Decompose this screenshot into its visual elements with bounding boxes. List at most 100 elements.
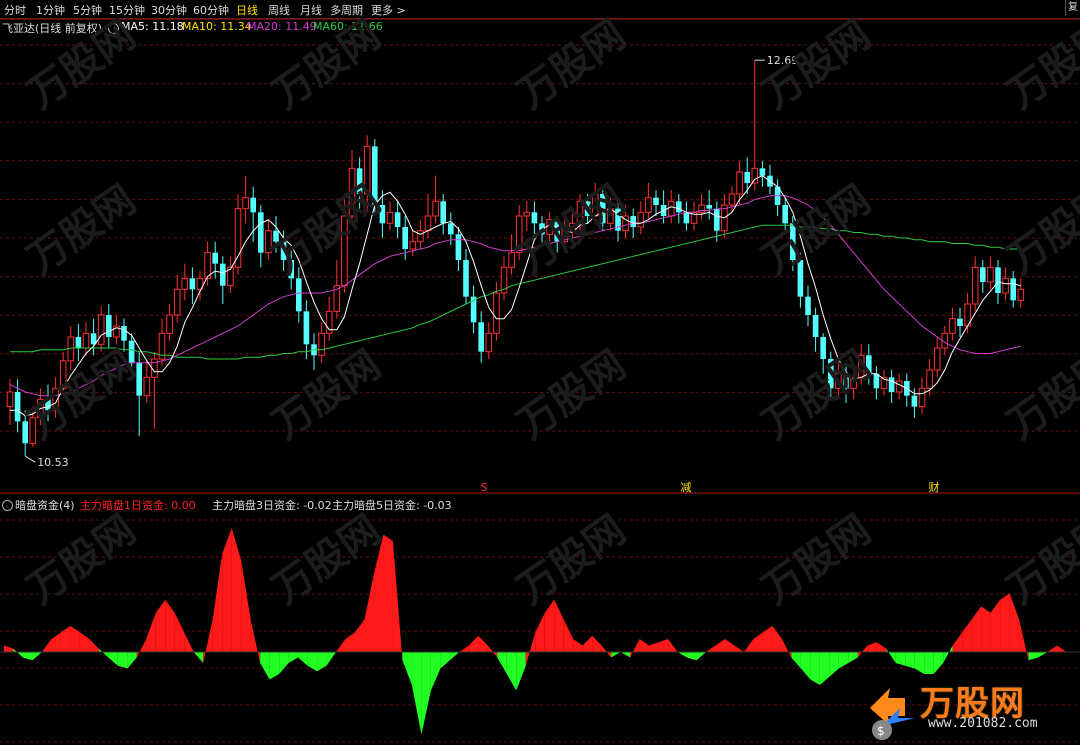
- sub-area-segment: [544, 599, 555, 652]
- candle-body: [645, 197, 652, 213]
- candle-body: [432, 200, 439, 217]
- sub-area-segment: [971, 606, 982, 652]
- sub-area-segment: [487, 645, 498, 658]
- watermark-text: 万股网: [19, 177, 144, 284]
- fund-5day-label: 主力暗盘5日资金: -0.03: [332, 499, 452, 512]
- candle-body: [637, 211, 645, 228]
- sub-area-segment: [421, 652, 431, 735]
- candle-body: [143, 376, 151, 397]
- candle-body: [971, 266, 979, 305]
- watermark-text: 万股网: [754, 342, 879, 449]
- sub-area-segment: [857, 645, 868, 658]
- sub-area-segment: [136, 638, 147, 658]
- candle-body: [212, 252, 218, 264]
- sub-area-segment: [535, 612, 545, 652]
- candle-body: [409, 241, 417, 250]
- sub-area-segment: [41, 638, 52, 652]
- sub-area-segment: [1057, 645, 1067, 652]
- watermark-text: 万股网: [754, 177, 879, 284]
- fund-3day-label: 主力暗盘3日资金: -0.02: [212, 499, 332, 512]
- candle-body: [440, 201, 446, 224]
- watermark-text: 万股网: [999, 177, 1080, 284]
- sub-area-segment: [620, 652, 631, 658]
- sub-area-segment: [687, 652, 697, 661]
- candle-body: [508, 252, 515, 268]
- svg-text:$: $: [877, 724, 885, 738]
- candle-body: [751, 167, 759, 184]
- sub-area-segment: [677, 652, 688, 658]
- sub-area-segment: [430, 652, 441, 691]
- sub-area-segment: [89, 638, 99, 652]
- candle-body: [250, 197, 256, 213]
- candle-body: [394, 212, 401, 227]
- sub-area-segment: [658, 638, 669, 652]
- candle-body: [97, 314, 105, 345]
- sub-area-segment: [70, 625, 80, 652]
- candle-body: [949, 318, 956, 334]
- sub-area-segment: [876, 642, 887, 652]
- candle-body: [714, 208, 720, 231]
- candle-body: [166, 314, 173, 334]
- sub-area-segment: [734, 645, 744, 652]
- sub-area-segment: [706, 645, 716, 652]
- sub-area-segment: [32, 652, 42, 661]
- sub-area-segment: [165, 599, 175, 652]
- sub-area-segment: [364, 573, 374, 652]
- candle-body: [1017, 288, 1025, 301]
- sub-area-segment: [60, 625, 71, 652]
- candle-body: [676, 201, 682, 213]
- sub-area-segment: [146, 612, 156, 652]
- event-marker-2: 财: [929, 480, 940, 494]
- sub-area-segment: [905, 652, 915, 669]
- sub-area-segment: [1019, 619, 1029, 661]
- sub-area-segment: [601, 645, 612, 658]
- kline-chart[interactable]: 12.6910.53S 减财万股网 万股网 万股网 万股网 万股网万股网 万股网 万股网 万股网…: [0, 0, 1080, 745]
- candle-body: [782, 205, 788, 224]
- watermark-text: 万股网: [509, 507, 634, 614]
- sub-area-segment: [383, 534, 393, 652]
- candle-body: [189, 278, 196, 290]
- sub-area-segment: [630, 638, 640, 658]
- candle-body: [106, 315, 112, 337]
- sub-area-segment: [212, 554, 223, 652]
- candle-body: [318, 332, 325, 356]
- sub-area-segment: [298, 652, 308, 666]
- sub-area-segment: [592, 635, 602, 652]
- sub-area-segment: [525, 632, 536, 666]
- candle-body: [242, 197, 249, 210]
- candle-body: [895, 380, 903, 393]
- candle-body: [683, 212, 690, 224]
- sub-area-segment: [108, 652, 118, 666]
- sub-area-segment: [98, 648, 109, 658]
- watermark-text: 万股网: [999, 12, 1080, 119]
- candle-body: [485, 332, 493, 353]
- sub-area-segment: [231, 528, 242, 652]
- sub-area-segment: [326, 652, 337, 666]
- candle-body: [455, 234, 462, 260]
- sub-area-segment: [582, 635, 593, 652]
- candle-body: [14, 392, 21, 422]
- sub-area-segment: [222, 528, 232, 652]
- watermark-text: 万股网: [999, 507, 1080, 614]
- sub-area-segment: [762, 625, 773, 652]
- watermark-text: 万股网: [19, 507, 144, 614]
- candle-body: [911, 395, 918, 407]
- sub-area-segment: [772, 625, 782, 652]
- candle-body: [82, 332, 90, 349]
- sub-area-segment: [1047, 645, 1058, 652]
- candle-body: [728, 193, 736, 206]
- candle-body: [812, 315, 819, 337]
- logo-url-text: www.201082.com: [928, 716, 1038, 731]
- watermark-text: 万股网: [19, 12, 144, 119]
- candle-body: [706, 205, 712, 209]
- sub-area-segment: [174, 612, 185, 652]
- fund-1day-label: 主力暗盘1日资金: 0.00: [80, 499, 196, 512]
- sub-area-segment: [715, 638, 725, 652]
- watermark-text: 万股网: [754, 507, 879, 614]
- candle-body: [957, 318, 963, 326]
- sub-area-segment: [952, 632, 963, 652]
- candle-body: [75, 337, 82, 348]
- sub-area-segment: [459, 645, 469, 652]
- sub-area-segment: [668, 638, 678, 652]
- sub-area-segment: [962, 619, 972, 652]
